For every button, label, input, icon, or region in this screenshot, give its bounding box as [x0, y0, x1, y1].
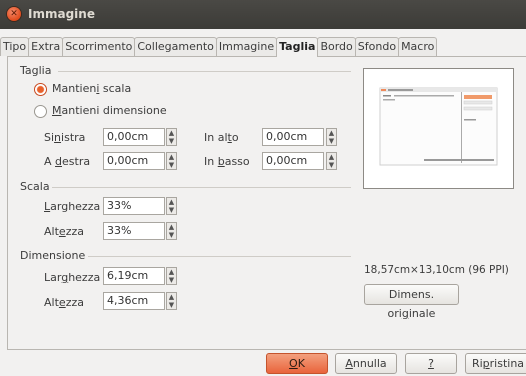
top-label: In alto: [204, 131, 239, 144]
size-width-spinner[interactable]: ▲ ▼: [166, 267, 177, 285]
size-divider: [88, 256, 351, 257]
tab-sfondo[interactable]: Sfondo: [354, 37, 400, 56]
tab-tipo[interactable]: Tipo: [0, 37, 30, 56]
ok-button[interactable]: OK: [266, 353, 328, 374]
left-spinner[interactable]: ▲ ▼: [166, 128, 177, 146]
tab-collegamento[interactable]: Collegamento: [134, 37, 217, 56]
bottom-input[interactable]: 0,00cm: [262, 152, 324, 170]
close-icon[interactable]: ✕: [7, 7, 21, 21]
tab-taglia[interactable]: Taglia: [276, 37, 319, 57]
right-spinner[interactable]: ▲ ▼: [166, 152, 177, 170]
keep-size-label: Mantieni dimensione: [52, 104, 167, 117]
original-size-info: 18,57cm×13,10cm (96 PPI): [364, 264, 509, 276]
scale-width-input[interactable]: 33%: [103, 197, 165, 215]
original-size-button[interactable]: Dimens. originale: [364, 284, 459, 320]
scale-divider: [52, 187, 351, 188]
tab-immagine[interactable]: Immagine: [215, 37, 278, 56]
size-height-label: Altezza: [44, 296, 84, 309]
top-spinner[interactable]: ▲ ▼: [326, 128, 337, 146]
right-input[interactable]: 0,00cm: [103, 152, 165, 170]
tab-scorrimento[interactable]: Scorrimento: [62, 37, 136, 56]
image-preview: [363, 68, 514, 189]
top-input[interactable]: 0,00cm: [262, 128, 324, 146]
help-button[interactable]: ?: [405, 353, 457, 374]
bottom-spinner[interactable]: ▲ ▼: [326, 152, 337, 170]
scale-height-input[interactable]: 33%: [103, 222, 165, 240]
size-height-spinner[interactable]: ▲ ▼: [166, 292, 177, 310]
title-bar: ✕ Immagine: [0, 0, 526, 29]
size-height-input[interactable]: 4,36cm: [103, 292, 165, 310]
crop-divider: [58, 71, 351, 72]
keep-size-radio[interactable]: [34, 105, 47, 118]
tab-bordo[interactable]: Bordo: [317, 37, 356, 56]
crop-section-label: Taglia: [20, 64, 52, 77]
size-section-label: Dimensione: [20, 249, 86, 262]
bottom-label: In basso: [204, 155, 250, 168]
left-label: Sinistra: [44, 131, 86, 144]
tab-bar: Tipo Extra Scorrimento Collegamento Immagine…: [0, 37, 438, 57]
keep-scale-radio[interactable]: [34, 83, 47, 96]
tab-macro[interactable]: Macro: [398, 37, 438, 56]
scale-width-spinner[interactable]: ▲ ▼: [166, 197, 177, 215]
tab-extra[interactable]: Extra: [28, 37, 64, 56]
preview-thumbnail: [379, 87, 498, 166]
keep-scale-label[interactable]: Mantieni scala: [52, 82, 131, 95]
right-label: A destra: [44, 155, 91, 168]
scale-width-label: Larghezza: [44, 200, 101, 213]
scale-height-label: Altezza: [44, 225, 84, 238]
left-input[interactable]: 0,00cm: [103, 128, 165, 146]
cancel-button[interactable]: Annulla: [335, 353, 397, 374]
reset-button[interactable]: Ripristina: [465, 353, 526, 374]
scale-height-spinner[interactable]: ▲ ▼: [166, 222, 177, 240]
size-width-label: Larghezza: [44, 271, 101, 284]
window-title: Immagine: [28, 7, 95, 21]
scale-section-label: Scala: [20, 180, 50, 193]
size-width-input[interactable]: 6,19cm: [103, 267, 165, 285]
